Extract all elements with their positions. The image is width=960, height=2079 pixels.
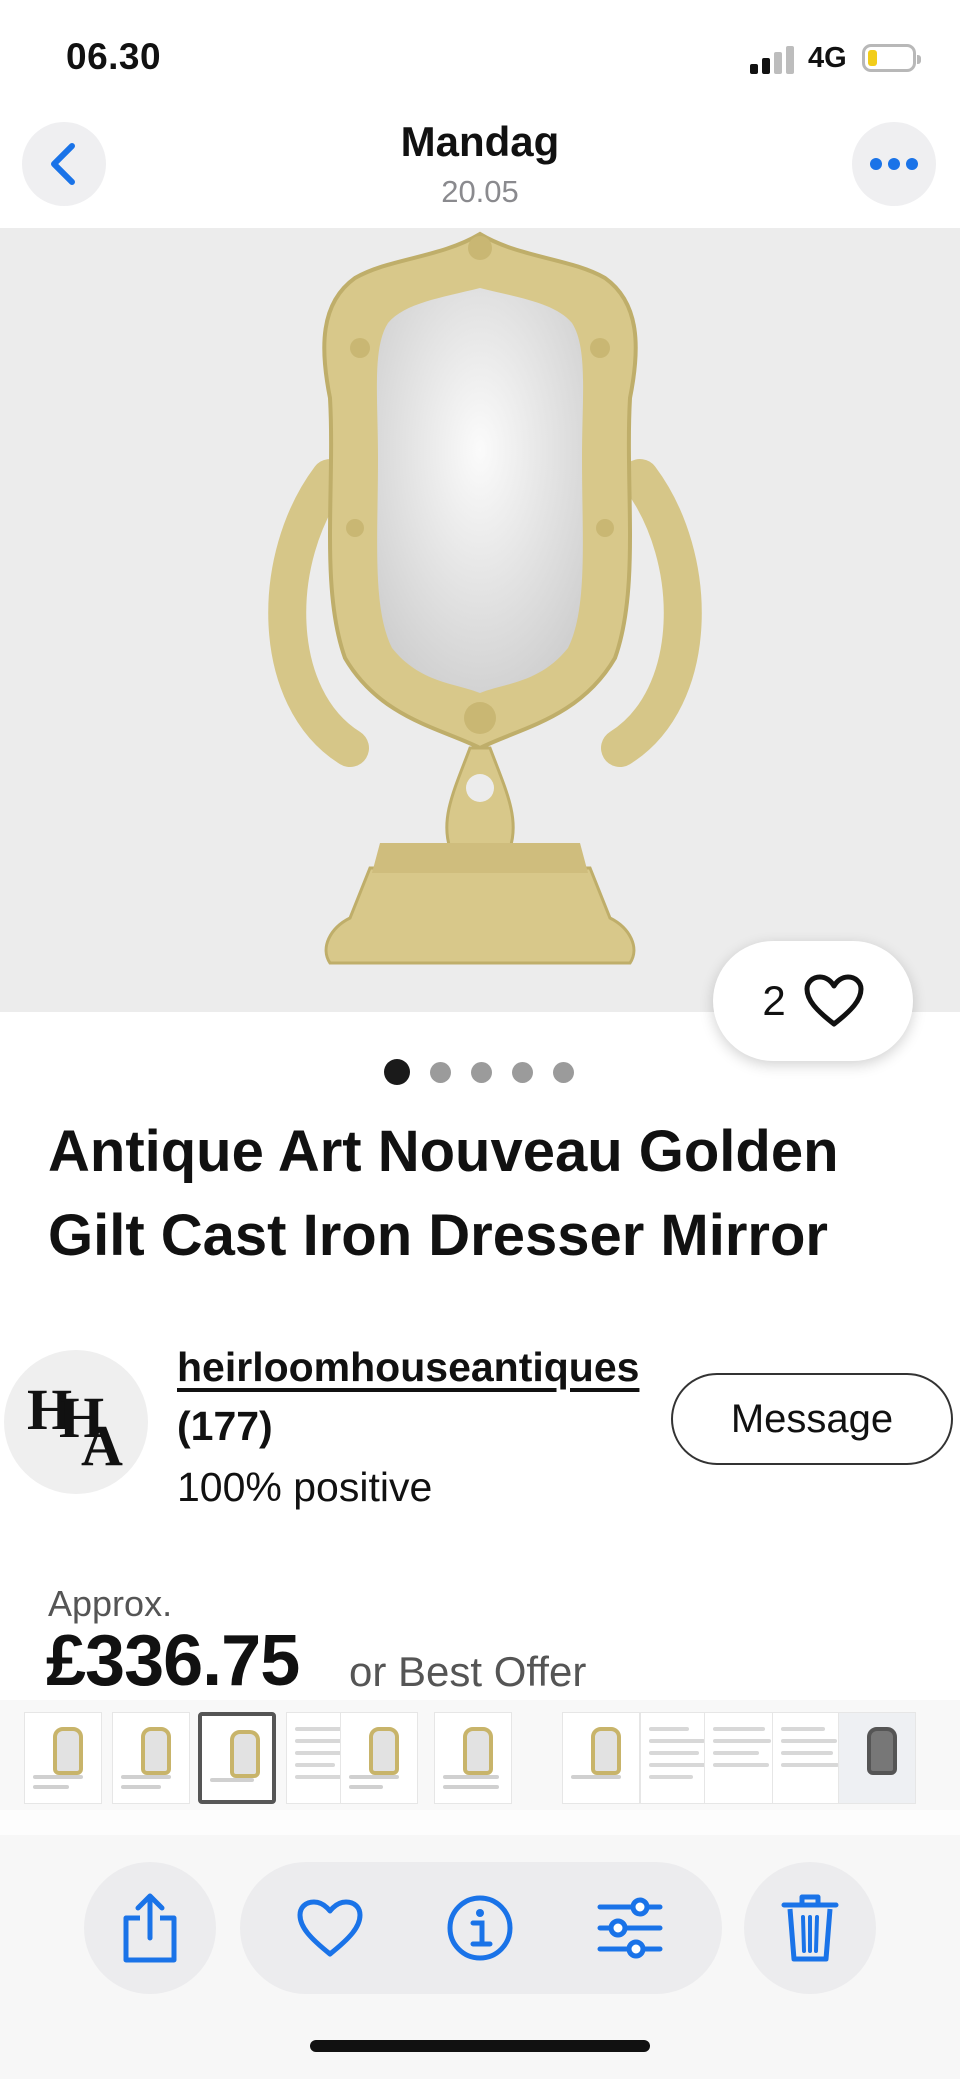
home-indicator bbox=[310, 2040, 650, 2052]
svg-text:A: A bbox=[81, 1413, 123, 1477]
pagination-dot-active[interactable] bbox=[384, 1059, 410, 1085]
status-time: 06.30 bbox=[66, 36, 162, 77]
photo-pagination[interactable] bbox=[384, 1059, 574, 1085]
pagination-dot[interactable] bbox=[430, 1061, 451, 1083]
adjust-icon bbox=[597, 1897, 663, 1959]
chevron-left-icon bbox=[51, 143, 75, 185]
nav-title: Mandag bbox=[400, 118, 560, 165]
price-amount: £336.75 bbox=[46, 1621, 300, 1701]
seller-username[interactable]: heirloomhouseantiques bbox=[177, 1344, 639, 1391]
pagination-dot[interactable] bbox=[471, 1061, 492, 1083]
listing-title: Antique Art Nouveau Golden Gilt Cast Iro… bbox=[48, 1119, 839, 1268]
seller-avatar[interactable]: H H A bbox=[4, 1350, 148, 1494]
favorite-button[interactable] bbox=[290, 1888, 370, 1968]
thumbnail-selected[interactable] bbox=[198, 1712, 276, 1804]
price-approx-label: Approx. bbox=[48, 1583, 173, 1624]
thumbnail-strip[interactable] bbox=[0, 1700, 960, 1810]
heart-icon bbox=[297, 1899, 363, 1957]
share-button[interactable] bbox=[84, 1862, 216, 1994]
adjust-button[interactable] bbox=[590, 1888, 670, 1968]
signal-icon bbox=[750, 44, 798, 74]
best-offer-label: or Best Offer bbox=[349, 1648, 587, 1695]
thumbnail[interactable] bbox=[434, 1712, 512, 1804]
trash-icon bbox=[781, 1894, 839, 1962]
heart-icon bbox=[804, 974, 864, 1027]
battery-icon bbox=[862, 44, 921, 72]
more-button[interactable] bbox=[852, 122, 936, 206]
more-icon bbox=[870, 158, 918, 170]
delete-button[interactable] bbox=[744, 1862, 876, 1994]
pagination-dot[interactable] bbox=[553, 1061, 574, 1083]
mirror-image bbox=[268, 231, 702, 965]
seller-feedback-count: (177) bbox=[177, 1403, 273, 1449]
thumbnail[interactable] bbox=[704, 1712, 782, 1804]
seller-positive: 100% positive bbox=[177, 1464, 433, 1510]
watch-count: 2 bbox=[762, 977, 786, 1024]
thumbnail[interactable] bbox=[340, 1712, 418, 1804]
message-button[interactable]: Message bbox=[671, 1373, 953, 1465]
network-label: 4G bbox=[808, 42, 847, 74]
nav-subtitle: 20.05 bbox=[441, 174, 519, 209]
thumbnail[interactable] bbox=[24, 1712, 102, 1804]
thumbnail[interactable] bbox=[838, 1712, 916, 1804]
info-button[interactable] bbox=[440, 1888, 520, 1968]
product-photo[interactable] bbox=[0, 228, 960, 1012]
thumbnail[interactable] bbox=[112, 1712, 190, 1804]
pagination-dot[interactable] bbox=[512, 1061, 533, 1083]
info-icon bbox=[447, 1895, 513, 1961]
seller-logo: H H A bbox=[27, 1377, 123, 1477]
share-icon bbox=[123, 1893, 177, 1963]
watch-button[interactable]: 2 bbox=[713, 941, 913, 1061]
back-button[interactable] bbox=[22, 122, 106, 206]
thumbnail[interactable] bbox=[562, 1712, 640, 1804]
